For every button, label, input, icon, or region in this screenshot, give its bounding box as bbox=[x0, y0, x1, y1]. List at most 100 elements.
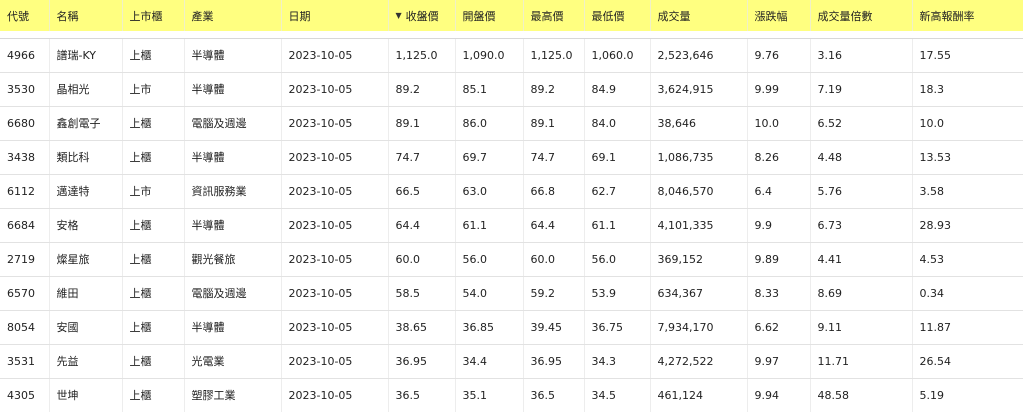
cell-new-high-return: 26.54 bbox=[912, 344, 1023, 379]
cell-open: 56.0 bbox=[455, 242, 524, 277]
sort-desc-icon: ▼ bbox=[395, 11, 402, 20]
cell-low: 53.9 bbox=[584, 276, 651, 311]
column-header-label: 成交量倍數 bbox=[817, 9, 873, 23]
table-body: 4966 譜瑞-KY 上櫃 半導體 2023-10-05 1,125.0 1,090.0 1,… bbox=[0, 31, 1023, 412]
cell-low: 34.3 bbox=[584, 344, 651, 379]
cell-volume: 1,086,735 bbox=[650, 140, 748, 175]
cell-close: 64.4 bbox=[388, 208, 456, 243]
cell-open: 69.7 bbox=[455, 140, 524, 175]
column-header-label: 收盤價 bbox=[405, 9, 439, 23]
column-header-market[interactable]: 上市櫃 bbox=[122, 0, 185, 31]
stock-screener-table-container: 代號 名稱 上市櫃 產業 日期 ▼ 收盤價 開盤價 最高價 最低價 成交量 漲跌幅… bbox=[0, 0, 1023, 413]
column-header-label: 漲跌幅 bbox=[754, 9, 788, 23]
table-row[interactable]: 6684 安格 上櫃 半導體 2023-10-05 64.4 61.1 64.4 61.1 4,1… bbox=[0, 208, 1023, 243]
cell-close: 89.1 bbox=[388, 106, 456, 141]
cell-date: 2023-10-05 bbox=[281, 378, 389, 412]
table-row[interactable]: 6112 邁達特 上市 資訊服務業 2023-10-05 66.5 63.0 66.8 62.7… bbox=[0, 174, 1023, 209]
cell-name: 譜瑞-KY bbox=[49, 38, 123, 73]
column-header-volume[interactable]: 成交量 bbox=[650, 0, 748, 31]
column-header-code[interactable]: 代號 bbox=[0, 0, 50, 31]
cell-industry: 半導體 bbox=[184, 310, 282, 345]
cell-high: 39.45 bbox=[523, 310, 585, 345]
cell-volume-ratio: 4.41 bbox=[810, 242, 913, 277]
column-header-industry[interactable]: 產業 bbox=[184, 0, 282, 31]
cell-low: 69.1 bbox=[584, 140, 651, 175]
cell-industry: 電腦及週邊 bbox=[184, 276, 282, 311]
cell-market: 上市 bbox=[122, 174, 185, 209]
table-row[interactable]: 6570 維田 上櫃 電腦及週邊 2023-10-05 58.5 54.0 59.2 53.9 6… bbox=[0, 276, 1023, 311]
cell-open: 54.0 bbox=[455, 276, 524, 311]
column-header-close[interactable]: ▼ 收盤價 bbox=[388, 0, 456, 31]
cell-open: 86.0 bbox=[455, 106, 524, 141]
cell-volume: 4,272,522 bbox=[650, 344, 748, 379]
cell-change-pct: 9.99 bbox=[747, 72, 811, 107]
cell-change-pct: 8.26 bbox=[747, 140, 811, 175]
column-header-label: 名稱 bbox=[56, 9, 79, 23]
column-header-label: 開盤價 bbox=[462, 9, 496, 23]
cell-open: 61.1 bbox=[455, 208, 524, 243]
cell-industry: 半導體 bbox=[184, 140, 282, 175]
header-spacer-cell bbox=[0, 31, 1023, 39]
table-row[interactable]: 6680 鑫創電子 上櫃 電腦及週邊 2023-10-05 89.1 86.0 89.1 84.… bbox=[0, 106, 1023, 141]
cell-volume: 2,523,646 bbox=[650, 38, 748, 73]
cell-open: 85.1 bbox=[455, 72, 524, 107]
cell-date: 2023-10-05 bbox=[281, 310, 389, 345]
cell-name: 先益 bbox=[49, 344, 123, 379]
table-row[interactable]: 8054 安國 上櫃 半導體 2023-10-05 38.65 36.85 39.45 36.7… bbox=[0, 310, 1023, 345]
column-header-open[interactable]: 開盤價 bbox=[455, 0, 524, 31]
cell-code: 6684 bbox=[0, 208, 50, 243]
table-row[interactable]: 4966 譜瑞-KY 上櫃 半導體 2023-10-05 1,125.0 1,090.0 1,… bbox=[0, 38, 1023, 73]
cell-market: 上櫃 bbox=[122, 208, 185, 243]
table-row[interactable]: 3531 先益 上櫃 光電業 2023-10-05 36.95 34.4 36.95 34.3 4… bbox=[0, 344, 1023, 379]
column-header-label: 產業 bbox=[191, 9, 214, 23]
cell-change-pct: 9.89 bbox=[747, 242, 811, 277]
table-row[interactable]: 3530 晶相光 上市 半導體 2023-10-05 89.2 85.1 89.2 84.9 3,… bbox=[0, 72, 1023, 107]
cell-change-pct: 9.94 bbox=[747, 378, 811, 412]
cell-date: 2023-10-05 bbox=[281, 208, 389, 243]
column-header-label: 上市櫃 bbox=[129, 9, 163, 23]
cell-close: 58.5 bbox=[388, 276, 456, 311]
column-header-label: 最低價 bbox=[591, 9, 625, 23]
table-row[interactable]: 3438 類比科 上櫃 半導體 2023-10-05 74.7 69.7 74.7 69.1 1,… bbox=[0, 140, 1023, 175]
cell-close: 36.95 bbox=[388, 344, 456, 379]
column-header-volume-ratio[interactable]: 成交量倍數 bbox=[810, 0, 913, 31]
cell-date: 2023-10-05 bbox=[281, 72, 389, 107]
cell-volume-ratio: 11.71 bbox=[810, 344, 913, 379]
cell-close: 36.5 bbox=[388, 378, 456, 412]
cell-volume: 38,646 bbox=[650, 106, 748, 141]
cell-new-high-return: 11.87 bbox=[912, 310, 1023, 345]
column-header-new-high-return[interactable]: 新高報酬率 bbox=[912, 0, 1023, 31]
cell-high: 64.4 bbox=[523, 208, 585, 243]
header-spacer bbox=[0, 31, 1023, 39]
column-header-low[interactable]: 最低價 bbox=[584, 0, 651, 31]
cell-volume-ratio: 7.19 bbox=[810, 72, 913, 107]
column-header-name[interactable]: 名稱 bbox=[49, 0, 123, 31]
cell-date: 2023-10-05 bbox=[281, 344, 389, 379]
cell-low: 61.1 bbox=[584, 208, 651, 243]
cell-date: 2023-10-05 bbox=[281, 174, 389, 209]
cell-low: 36.75 bbox=[584, 310, 651, 345]
cell-date: 2023-10-05 bbox=[281, 276, 389, 311]
cell-low: 34.5 bbox=[584, 378, 651, 412]
cell-low: 84.0 bbox=[584, 106, 651, 141]
cell-close: 60.0 bbox=[388, 242, 456, 277]
cell-industry: 半導體 bbox=[184, 208, 282, 243]
cell-name: 安國 bbox=[49, 310, 123, 345]
cell-market: 上櫃 bbox=[122, 242, 185, 277]
cell-change-pct: 10.0 bbox=[747, 106, 811, 141]
cell-code: 6680 bbox=[0, 106, 50, 141]
cell-new-high-return: 0.34 bbox=[912, 276, 1023, 311]
cell-change-pct: 9.97 bbox=[747, 344, 811, 379]
cell-name: 世坤 bbox=[49, 378, 123, 412]
cell-low: 56.0 bbox=[584, 242, 651, 277]
cell-volume: 8,046,570 bbox=[650, 174, 748, 209]
table-row[interactable]: 4305 世坤 上櫃 塑膠工業 2023-10-05 36.5 35.1 36.5 34.5 46… bbox=[0, 378, 1023, 412]
column-header-change-pct[interactable]: 漲跌幅 bbox=[747, 0, 811, 31]
cell-date: 2023-10-05 bbox=[281, 140, 389, 175]
table-row[interactable]: 2719 燦星旅 上櫃 觀光餐旅 2023-10-05 60.0 56.0 60.0 56.0 3… bbox=[0, 242, 1023, 277]
cell-high: 66.8 bbox=[523, 174, 585, 209]
column-header-date[interactable]: 日期 bbox=[281, 0, 389, 31]
column-header-high[interactable]: 最高價 bbox=[523, 0, 585, 31]
cell-close: 1,125.0 bbox=[388, 38, 456, 73]
cell-industry: 半導體 bbox=[184, 38, 282, 73]
